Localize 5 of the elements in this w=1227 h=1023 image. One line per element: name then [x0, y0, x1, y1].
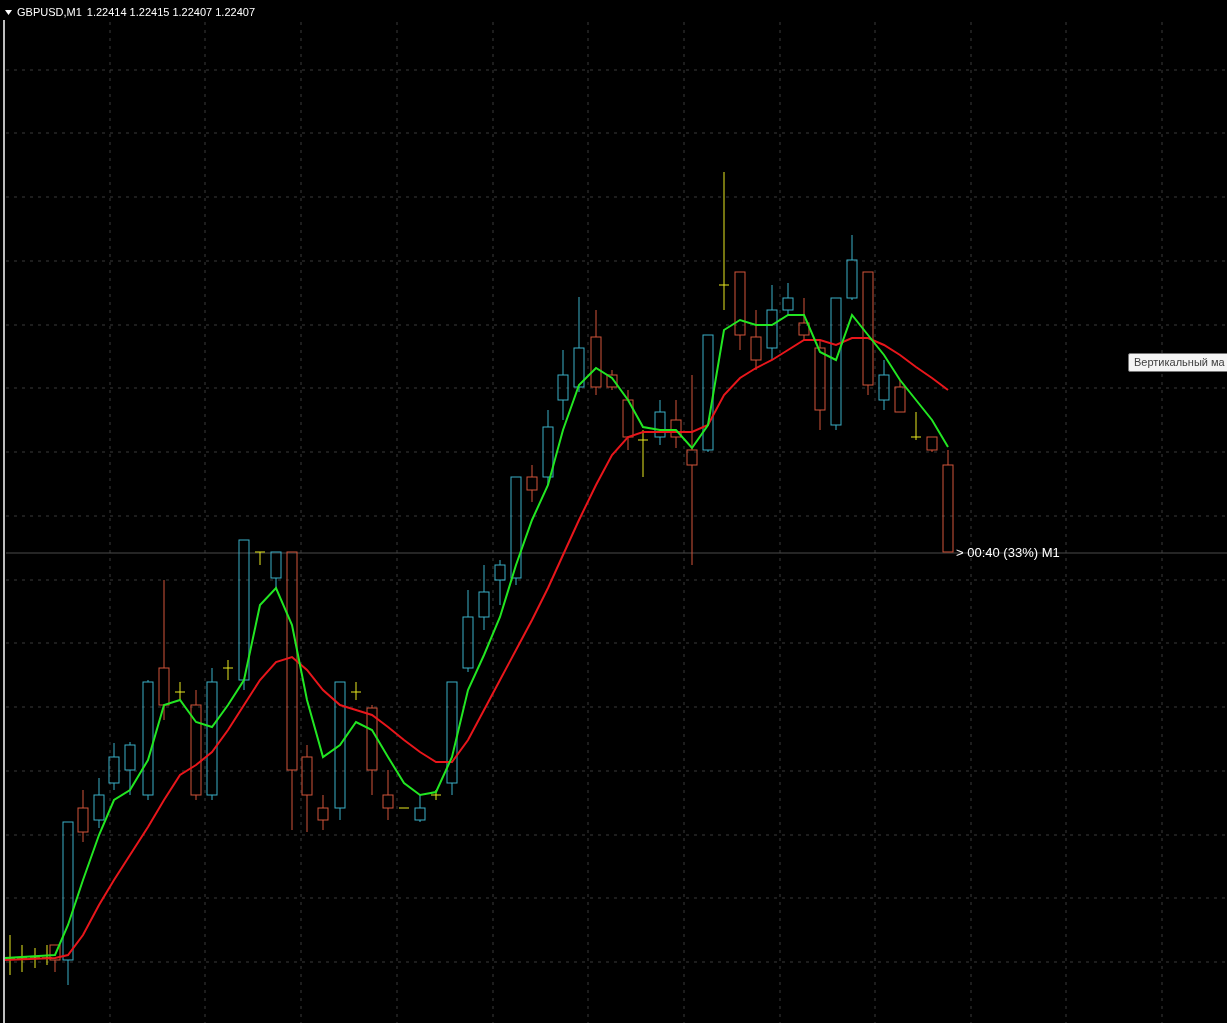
- tooltip: Вертикальный ма: [1128, 353, 1227, 372]
- chart-symbol: GBPUSD,M1: [17, 5, 82, 19]
- candle-timer: > 00:40 (33%) M1: [956, 545, 1060, 561]
- dropdown-triangle-icon[interactable]: [5, 9, 12, 15]
- chart-ohlc: 1.22414 1.22415 1.22407 1.22407: [86, 5, 255, 19]
